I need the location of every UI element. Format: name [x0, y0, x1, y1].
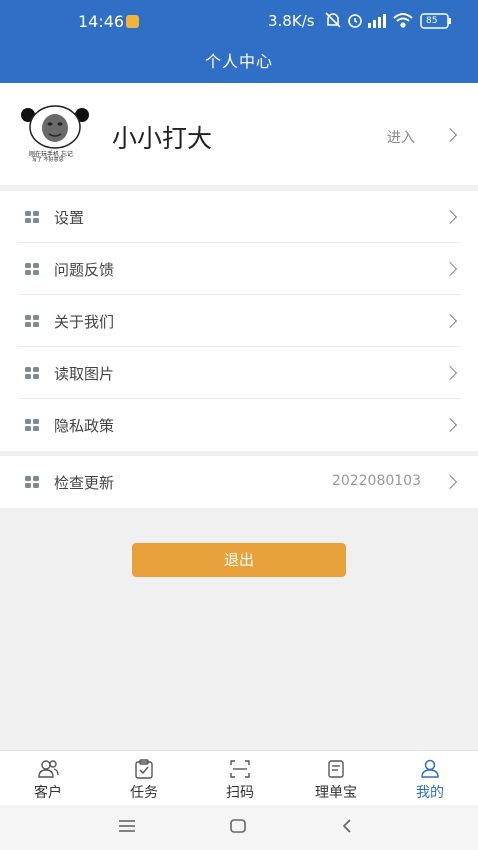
menu-item-privacy-policy[interactable]: 隐私政策 [0, 399, 478, 451]
version-number: 2022080103 [331, 473, 421, 489]
tab-label: 扫码 [226, 785, 254, 801]
signal-icon [368, 14, 386, 28]
network-speed: 3.8K/s [268, 12, 315, 30]
grid-icon [25, 315, 40, 327]
chevron-right-icon [442, 417, 458, 433]
menu-icon[interactable] [118, 819, 136, 833]
tab-label: 客户 [34, 785, 62, 801]
grid-icon [25, 476, 40, 488]
chevron-right-icon [442, 209, 458, 225]
menu-item-label: 隐私政策 [54, 417, 115, 435]
mute-bell-icon [325, 12, 341, 28]
customers-icon [38, 760, 59, 778]
chevron-right-icon [442, 127, 458, 143]
chevron-right-icon [442, 365, 458, 381]
status-bar: 14:46 3.8K/s 85 [0, 0, 478, 42]
page-title: 个人中心 [204, 52, 273, 71]
grid-icon [25, 367, 40, 379]
tab-mine[interactable]: 我的 [382, 751, 478, 806]
tab-document[interactable]: 理单宝 [288, 751, 384, 806]
status-time: 14:46 [78, 12, 125, 31]
grid-icon [25, 211, 40, 223]
app-notification-icon [126, 15, 139, 28]
username: 小小打大 [112, 124, 213, 153]
menu-item-label: 关于我们 [54, 313, 115, 331]
scan-icon [230, 760, 250, 778]
menu-item-check-update[interactable]: 检查更新 2022080103 [0, 456, 478, 508]
tab-customers[interactable]: 客户 [0, 751, 96, 806]
update-menu: 检查更新 2022080103 [0, 456, 478, 508]
menu-item-read-image[interactable]: 读取图片 [0, 347, 478, 399]
menu-item-about-us[interactable]: 关于我们 [0, 295, 478, 347]
bottom-tab-bar: 客户 任务 扫码 理单宝 我的 [0, 750, 478, 806]
task-icon [135, 759, 153, 779]
menu-item-feedback[interactable]: 问题反馈 [0, 243, 478, 295]
home-icon[interactable] [229, 818, 247, 834]
alarm-icon [348, 14, 362, 28]
chevron-right-icon [442, 261, 458, 277]
tab-tasks[interactable]: 任务 [96, 751, 192, 806]
wifi-icon [393, 13, 413, 28]
chevron-right-icon [442, 313, 458, 329]
document-icon [328, 760, 344, 778]
system-nav-bar [0, 805, 478, 850]
profile-card[interactable]: 刚在玩手机 忘记 写了 不好意思 小小打大 进入 [0, 83, 478, 185]
menu-item-label: 设置 [54, 209, 85, 227]
app-header: 14:46 3.8K/s 85 个人中心 [0, 0, 478, 83]
battery-level: 85 [426, 16, 438, 26]
enter-label: 进入 [387, 130, 415, 146]
profile-icon [421, 759, 439, 778]
tab-scan[interactable]: 扫码 [192, 751, 288, 806]
grid-icon [25, 419, 40, 431]
tab-label: 我的 [416, 785, 444, 801]
menu-item-label: 读取图片 [54, 365, 115, 383]
grid-icon [25, 263, 40, 275]
menu-item-settings[interactable]: 设置 [0, 191, 478, 243]
settings-menu: 设置 问题反馈 关于我们 读取图片 隐私政策 [0, 191, 478, 451]
menu-item-label: 问题反馈 [54, 261, 115, 279]
tab-label: 任务 [130, 785, 158, 801]
menu-item-label: 检查更新 [54, 474, 115, 492]
avatar: 刚在玩手机 忘记 写了 不好意思 [20, 105, 90, 163]
logout-button[interactable]: 退出 [132, 543, 346, 577]
avatar-caption-line2: 写了 不好意思 [32, 157, 64, 163]
back-icon[interactable] [340, 818, 354, 834]
tab-label: 理单宝 [315, 785, 357, 801]
chevron-right-icon [442, 474, 458, 490]
